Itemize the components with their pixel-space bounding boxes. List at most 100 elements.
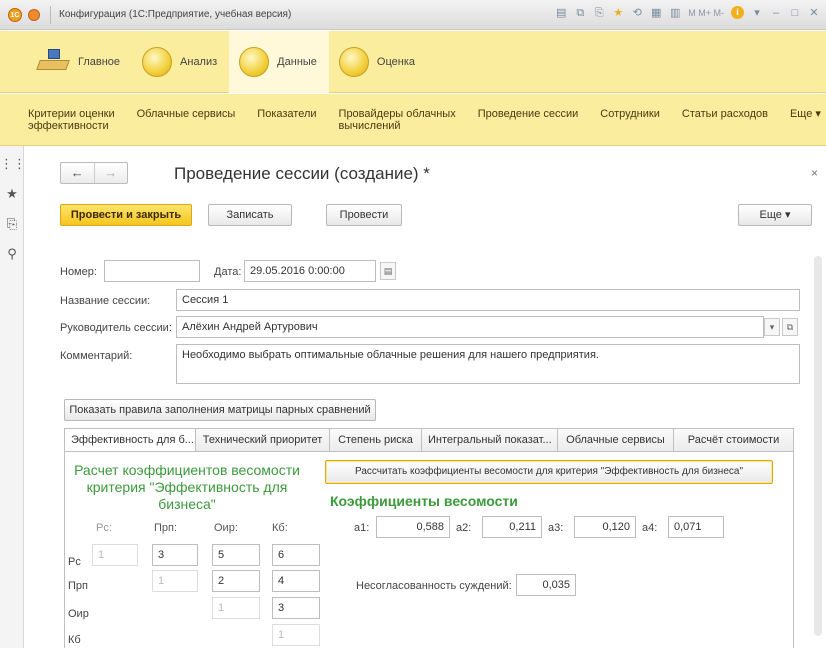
window-title: Конфигурация (1С:Предприятие, учебная ве… bbox=[59, 9, 292, 20]
section-label: Главное bbox=[78, 55, 121, 68]
cmd-providers[interactable]: Провайдеры облачных вычислений bbox=[339, 108, 456, 132]
matrix-row-label: Оир bbox=[68, 608, 89, 620]
forward-arrow-icon[interactable]: → bbox=[93, 163, 128, 183]
weight-a2-field[interactable]: 0,211 bbox=[482, 516, 542, 538]
comment-field[interactable]: Необходимо выбрать оптимальные облачные … bbox=[176, 344, 800, 384]
dropdown-arrow-icon[interactable]: ▾ bbox=[764, 318, 780, 336]
commands-panel: Критерии оценки эффективности Облачные се… bbox=[0, 94, 826, 146]
open-link-icon[interactable]: ⧉ bbox=[782, 318, 798, 336]
section-circle-icon bbox=[142, 46, 173, 77]
section-circle-icon bbox=[239, 46, 270, 77]
memory-buttons-icon[interactable]: M M+ M- bbox=[688, 7, 724, 19]
number-field[interactable] bbox=[104, 260, 200, 282]
vertical-scrollbar[interactable] bbox=[814, 256, 822, 636]
cmd-label: Критерии оценки bbox=[28, 108, 115, 120]
calendar-icon[interactable]: ▦ bbox=[650, 7, 662, 19]
weight-label: a4: bbox=[642, 522, 658, 534]
tab-technical-priority[interactable]: Технический приоритет bbox=[196, 428, 330, 452]
app-logo-icon[interactable]: 1C bbox=[8, 7, 22, 22]
tab-integral-indicator[interactable]: Интегральный показат... bbox=[422, 428, 558, 452]
section-analysis[interactable]: Анализ bbox=[132, 31, 229, 93]
more-button[interactable]: Еще ▾ bbox=[738, 204, 812, 226]
left-toolbar: ⋮⋮ ★ ⎘ ⚲ bbox=[0, 146, 26, 648]
section-evaluation[interactable]: Оценка bbox=[329, 31, 427, 93]
matrix-cell[interactable]: 2 bbox=[212, 570, 260, 592]
weights-title: Коэффициенты весомости bbox=[330, 493, 518, 509]
cmd-expenses[interactable]: Статьи расходов bbox=[682, 108, 768, 120]
weight-label: a2: bbox=[456, 522, 472, 534]
maximize-icon[interactable]: □ bbox=[789, 7, 801, 19]
number-label: Номер: bbox=[60, 266, 97, 278]
save-button[interactable]: Записать bbox=[208, 204, 292, 226]
window-titlebar: 1C Конфигурация (1С:Предприятие, учебная… bbox=[0, 0, 826, 30]
cmd-employees[interactable]: Сотрудники bbox=[600, 108, 660, 120]
cmd-more[interactable]: Еще ▾ bbox=[790, 108, 821, 120]
grid-menu-icon[interactable]: ⋮⋮ bbox=[0, 152, 26, 176]
weight-a4-field[interactable]: 0,071 bbox=[668, 516, 724, 538]
desk-icon bbox=[36, 48, 70, 76]
post-button[interactable]: Провести bbox=[326, 204, 402, 226]
history-icon[interactable]: ⎘ bbox=[0, 212, 24, 236]
tab-risk-degree[interactable]: Степень риска bbox=[330, 428, 422, 452]
minimize-icon[interactable]: – bbox=[770, 7, 782, 19]
cmd-session[interactable]: Проведение сессии bbox=[478, 108, 579, 120]
matrix-col-header: Прп: bbox=[154, 522, 178, 534]
tab-cloud-services[interactable]: Облачные сервисы bbox=[558, 428, 674, 452]
matrix-row-label: Кб bbox=[68, 634, 81, 646]
matrix-row-label: Прп bbox=[68, 580, 88, 592]
cmd-label: Статьи расходов bbox=[681, 108, 768, 120]
cmd-cloud-services[interactable]: Облачные сервисы bbox=[137, 108, 236, 120]
calculate-weights-button[interactable]: Рассчитать коэффициенты весомости для кр… bbox=[325, 460, 773, 484]
calendar-picker-icon[interactable]: ▤ bbox=[380, 262, 396, 280]
inconsistency-field[interactable]: 0,035 bbox=[516, 574, 576, 596]
search-icon[interactable]: ⚲ bbox=[0, 242, 24, 266]
cmd-label: Сотрудники bbox=[600, 108, 660, 120]
weight-a3-field[interactable]: 0,120 bbox=[574, 516, 636, 538]
weight-label: a1: bbox=[354, 522, 370, 534]
close-window-icon[interactable]: ✕ bbox=[808, 7, 820, 19]
cmd-label-line2: вычислений bbox=[338, 120, 401, 132]
cmd-label: Облачные сервисы bbox=[136, 108, 236, 120]
matrix-row-label: Рс bbox=[68, 556, 81, 568]
section-data[interactable]: Данные bbox=[229, 30, 329, 93]
link-icon[interactable]: ⎘ bbox=[593, 7, 605, 19]
matrix-cell[interactable]: 3 bbox=[152, 544, 198, 566]
matrix-cell: 1 bbox=[152, 570, 198, 592]
section-label: Данные bbox=[277, 55, 317, 68]
close-form-icon[interactable]: × bbox=[811, 166, 818, 180]
titlebar-divider bbox=[50, 5, 51, 24]
info-icon[interactable]: i bbox=[731, 6, 744, 19]
matrix-cell[interactable]: 3 bbox=[272, 597, 320, 619]
section-label: Анализ bbox=[180, 55, 218, 68]
calculator-icon[interactable]: ▥ bbox=[669, 7, 681, 19]
history-icon[interactable]: ⟲ bbox=[631, 7, 643, 19]
main-menu-icon[interactable] bbox=[28, 8, 40, 21]
dropdown-arrow-icon[interactable]: ▾ bbox=[751, 7, 763, 19]
matrix-cell[interactable]: 4 bbox=[272, 570, 320, 592]
cmd-label: Провайдеры облачных bbox=[338, 108, 456, 120]
print-icon[interactable]: ▤ bbox=[555, 7, 567, 19]
sections-panel: Главное Анализ Данные Оценка bbox=[0, 30, 826, 93]
copy-icon[interactable]: ⧉ bbox=[574, 7, 586, 19]
matrix-cell: 1 bbox=[272, 624, 320, 646]
post-and-close-button[interactable]: Провести и закрыть bbox=[60, 204, 192, 226]
matrix-cell: 1 bbox=[212, 597, 260, 619]
cmd-label: Показатели bbox=[257, 108, 317, 120]
tab-cost-calculation[interactable]: Расчёт стоимости bbox=[674, 428, 794, 452]
session-head-field[interactable]: Алёхин Андрей Артурович bbox=[176, 316, 764, 338]
tab-business-efficiency[interactable]: Эффективность для б... bbox=[64, 428, 196, 452]
section-main[interactable]: Главное bbox=[26, 31, 132, 93]
back-arrow-icon[interactable]: ← bbox=[61, 163, 94, 183]
matrix-cell[interactable]: 5 bbox=[212, 544, 260, 566]
cmd-criteria[interactable]: Критерии оценки эффективности bbox=[28, 108, 115, 132]
show-rules-button[interactable]: Показать правила заполнения матрицы парн… bbox=[64, 399, 376, 421]
favorites-star-icon[interactable]: ★ bbox=[0, 182, 24, 206]
matrix-cell[interactable]: 6 bbox=[272, 544, 320, 566]
favorite-star-icon[interactable]: ★ bbox=[612, 7, 624, 19]
date-field[interactable]: 29.05.2016 0:00:00 bbox=[244, 260, 376, 282]
cmd-indicators[interactable]: Показатели bbox=[257, 108, 316, 120]
session-name-field[interactable]: Сессия 1 bbox=[176, 289, 800, 311]
weight-a1-field[interactable]: 0,588 bbox=[376, 516, 450, 538]
comment-label: Комментарий: bbox=[60, 350, 133, 362]
cmd-label-line2: эффективности bbox=[28, 120, 109, 132]
